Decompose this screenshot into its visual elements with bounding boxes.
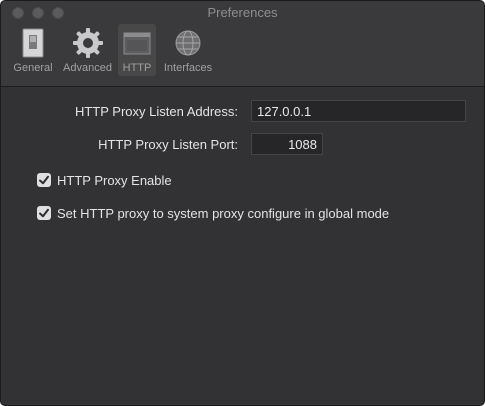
http-proxy-enable-row[interactable]: HTTP Proxy Enable [37, 172, 172, 188]
window-icon [121, 27, 153, 59]
tab-general[interactable]: General [11, 24, 55, 76]
tab-interfaces-label: Interfaces [163, 62, 213, 74]
system-proxy-label: Set HTTP proxy to system proxy configure… [57, 205, 390, 221]
tab-http-label: HTTP [122, 62, 152, 74]
tab-advanced[interactable]: Advanced [60, 24, 115, 76]
listen-port-label: HTTP Proxy Listen Port: [98, 137, 238, 152]
window-title: Preferences [207, 5, 278, 20]
system-proxy-row[interactable]: Set HTTP proxy to system proxy configure… [37, 205, 389, 221]
system-proxy-checkbox[interactable] [37, 206, 51, 220]
preferences-window: Preferences General Advanced HTTP Interf… [0, 0, 485, 406]
checkmark-icon [39, 175, 49, 185]
http-proxy-enable-checkbox[interactable] [37, 173, 51, 187]
toolbar: Preferences General Advanced HTTP Interf… [1, 1, 484, 87]
checkmark-icon [39, 208, 49, 218]
listen-address-field[interactable] [251, 100, 466, 122]
listen-port-field[interactable] [251, 133, 323, 155]
tab-interfaces[interactable]: Interfaces [159, 24, 217, 76]
switch-icon [17, 27, 49, 59]
tab-general-label: General [13, 62, 53, 74]
http-proxy-enable-label: HTTP Proxy Enable [57, 172, 172, 188]
tab-http[interactable]: HTTP [118, 24, 156, 76]
listen-address-label: HTTP Proxy Listen Address: [74, 104, 238, 119]
network-globe-icon [172, 27, 204, 59]
gear-icon [72, 27, 104, 59]
tab-advanced-label: Advanced [63, 62, 112, 74]
